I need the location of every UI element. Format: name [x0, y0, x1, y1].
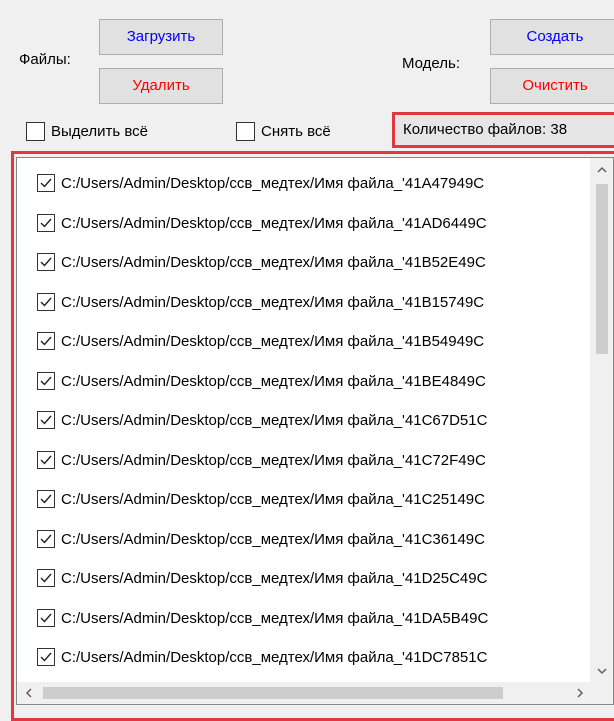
- file-path-label: C:/Users/Admin/Desktop/ссв_медтех/Имя фа…: [61, 332, 485, 350]
- check-icon: [40, 652, 52, 662]
- file-checkbox[interactable]: [37, 253, 55, 271]
- file-list-item[interactable]: C:/Users/Admin/Desktop/ссв_медтех/Имя фа…: [37, 566, 487, 590]
- chevron-up-icon[interactable]: [591, 158, 613, 180]
- file-path-label: C:/Users/Admin/Desktop/ссв_медтех/Имя фа…: [61, 411, 488, 429]
- chevron-right-icon[interactable]: [569, 682, 591, 704]
- file-path-label: C:/Users/Admin/Desktop/ссв_медтех/Имя фа…: [61, 372, 486, 390]
- select-all-label: Выделить всё: [51, 122, 149, 140]
- file-list-item[interactable]: C:/Users/Admin/Desktop/ссв_медтех/Имя фа…: [37, 606, 488, 630]
- check-icon: [40, 218, 52, 228]
- file-list-item[interactable]: C:/Users/Admin/Desktop/ссв_медтех/Имя фа…: [37, 448, 486, 472]
- file-checkbox[interactable]: [37, 569, 55, 587]
- file-checkbox[interactable]: [37, 174, 55, 192]
- create-model-button[interactable]: Создать: [490, 19, 614, 55]
- file-path-label: C:/Users/Admin/Desktop/ссв_медтех/Имя фа…: [61, 214, 487, 232]
- model-label: Модель:: [402, 55, 461, 72]
- check-icon: [40, 178, 52, 188]
- file-list-item[interactable]: C:/Users/Admin/Desktop/ссв_медтех/Имя фа…: [37, 527, 485, 551]
- check-icon: [40, 573, 52, 583]
- check-icon: [40, 534, 52, 544]
- scrollbar-corner: [591, 682, 613, 704]
- file-list-item[interactable]: C:/Users/Admin/Desktop/ссв_медтех/Имя фа…: [37, 290, 484, 314]
- file-list-item[interactable]: C:/Users/Admin/Desktop/ссв_медтех/Имя фа…: [37, 645, 487, 669]
- horizontal-scrollbar[interactable]: [17, 682, 591, 704]
- check-icon: [40, 415, 52, 425]
- load-files-button[interactable]: Загрузить: [99, 19, 223, 55]
- file-count-display: Количество файлов: 38: [392, 112, 614, 148]
- select-all-box[interactable]: [26, 121, 45, 141]
- check-icon: [40, 455, 52, 465]
- file-list-items: C:/Users/Admin/Desktop/ссв_медтех/Имя фа…: [17, 158, 591, 680]
- file-path-label: C:/Users/Admin/Desktop/ссв_медтех/Имя фа…: [61, 293, 485, 311]
- clear-model-button[interactable]: Очистить: [490, 68, 614, 104]
- file-checkbox[interactable]: [37, 451, 55, 469]
- chevron-left-icon[interactable]: [17, 682, 39, 704]
- vertical-scrollbar[interactable]: [590, 158, 613, 682]
- file-path-label: C:/Users/Admin/Desktop/ссв_медтех/Имя фа…: [61, 530, 485, 548]
- file-count-text: Количество файлов: 38: [403, 121, 568, 138]
- file-path-label: C:/Users/Admin/Desktop/ссв_медтех/Имя фа…: [61, 490, 485, 508]
- file-checkbox[interactable]: [37, 609, 55, 627]
- check-icon: [40, 297, 52, 307]
- deselect-all-checkbox[interactable]: Снять всё: [236, 119, 331, 143]
- chevron-down-icon[interactable]: [591, 660, 613, 682]
- file-list-item[interactable]: C:/Users/Admin/Desktop/ссв_медтех/Имя фа…: [37, 408, 487, 432]
- file-list-item[interactable]: C:/Users/Admin/Desktop/ссв_медтех/Имя фа…: [37, 329, 484, 353]
- file-path-label: C:/Users/Admin/Desktop/ссв_медтех/Имя фа…: [61, 451, 486, 469]
- check-icon: [40, 376, 52, 386]
- files-label: Файлы:: [19, 51, 71, 68]
- file-checkbox[interactable]: [37, 372, 55, 390]
- file-checkbox[interactable]: [37, 490, 55, 508]
- check-icon: [40, 257, 52, 267]
- file-checkbox[interactable]: [37, 530, 55, 548]
- check-icon: [40, 613, 52, 623]
- file-path-label: C:/Users/Admin/Desktop/ссв_медтех/Имя фа…: [61, 569, 488, 587]
- file-path-label: C:/Users/Admin/Desktop/ссв_медтех/Имя фа…: [61, 609, 489, 627]
- check-icon: [40, 336, 52, 346]
- file-list-item[interactable]: C:/Users/Admin/Desktop/ссв_медтех/Имя фа…: [37, 487, 485, 511]
- file-checkbox[interactable]: [37, 648, 55, 666]
- delete-files-button[interactable]: Удалить: [99, 68, 223, 104]
- file-path-label: C:/Users/Admin/Desktop/ссв_медтех/Имя фа…: [61, 648, 488, 666]
- file-path-label: C:/Users/Admin/Desktop/ссв_медтех/Имя фа…: [61, 174, 485, 192]
- file-list-item[interactable]: C:/Users/Admin/Desktop/ссв_медтех/Имя фа…: [37, 211, 487, 235]
- horizontal-scroll-thumb[interactable]: [43, 687, 503, 699]
- file-list-item[interactable]: C:/Users/Admin/Desktop/ссв_медтех/Имя фа…: [37, 369, 486, 393]
- deselect-all-label: Снять всё: [261, 122, 331, 140]
- file-checkbox[interactable]: [37, 214, 55, 232]
- file-checkbox[interactable]: [37, 293, 55, 311]
- file-path-label: C:/Users/Admin/Desktop/ссв_медтех/Имя фа…: [61, 253, 486, 271]
- vertical-scroll-thumb[interactable]: [596, 184, 608, 354]
- check-icon: [40, 494, 52, 504]
- file-checkbox[interactable]: [37, 411, 55, 429]
- select-all-checkbox[interactable]: Выделить всё: [26, 119, 148, 143]
- file-list[interactable]: C:/Users/Admin/Desktop/ссв_медтех/Имя фа…: [16, 157, 614, 705]
- deselect-all-box[interactable]: [236, 121, 255, 141]
- file-checkbox[interactable]: [37, 332, 55, 350]
- file-list-item[interactable]: C:/Users/Admin/Desktop/ссв_медтех/Имя фа…: [37, 171, 484, 195]
- file-list-item[interactable]: C:/Users/Admin/Desktop/ссв_медтех/Имя фа…: [37, 250, 486, 274]
